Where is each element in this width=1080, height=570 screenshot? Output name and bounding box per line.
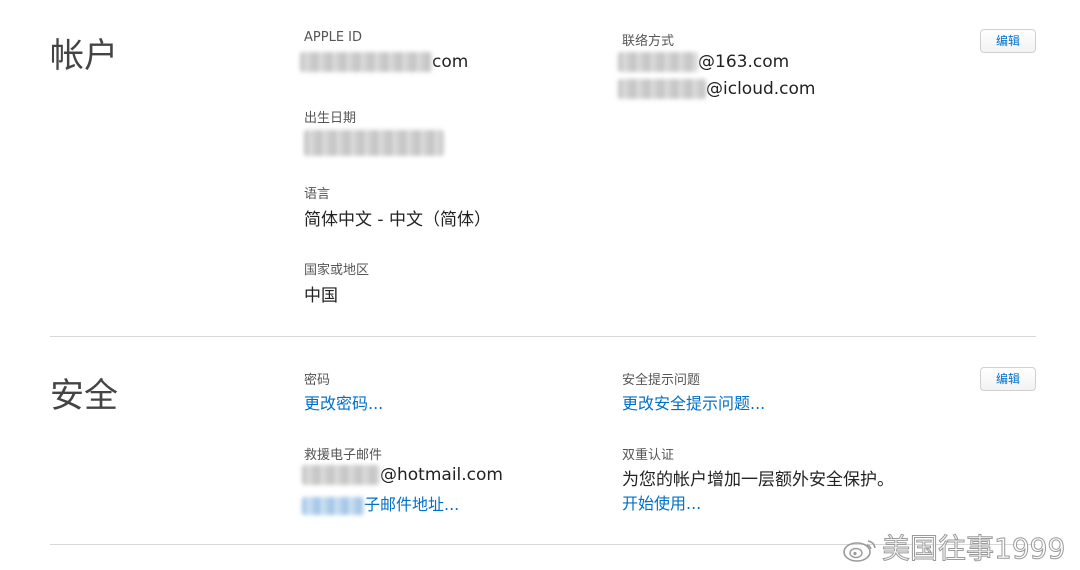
rescue-email-label: 救援电子邮件 bbox=[304, 448, 383, 463]
security-question-label: 安全提示问题 bbox=[622, 373, 701, 388]
security-edit-button[interactable]: 编辑 bbox=[980, 367, 1036, 391]
contact-label: 联络方式 bbox=[622, 34, 675, 49]
rescue-email-value: @hotmail.com bbox=[302, 465, 503, 485]
contact-email-2-suffix: @icloud.com bbox=[706, 79, 816, 99]
two-factor-get-started-link[interactable]: 开始使用... bbox=[622, 490, 701, 514]
two-factor-description: 为您的帐户增加一层额外安全保护。 bbox=[622, 470, 894, 490]
weibo-logo-icon bbox=[843, 540, 876, 562]
change-password-link[interactable]: 更改密码... bbox=[304, 390, 383, 414]
contact-email-2: @icloud.com bbox=[618, 79, 815, 99]
security-section-title: 安全 bbox=[50, 376, 118, 416]
two-factor-label: 双重认证 bbox=[622, 448, 675, 463]
account-edit-button[interactable]: 编辑 bbox=[980, 29, 1036, 53]
account-section-title: 帐户 bbox=[50, 36, 118, 76]
birthday-value bbox=[304, 130, 444, 156]
change-security-question-link[interactable]: 更改安全提示问题... bbox=[622, 390, 765, 414]
apple-id-value: com bbox=[300, 52, 468, 72]
redacted-blur bbox=[300, 52, 432, 72]
section-divider bbox=[50, 336, 1036, 337]
birthday-label: 出生日期 bbox=[304, 111, 357, 126]
redacted-blur bbox=[302, 465, 380, 485]
redacted-blur bbox=[302, 496, 364, 515]
language-label: 语言 bbox=[304, 187, 331, 202]
contact-email-1: @163.com bbox=[618, 52, 789, 72]
watermark: 美国往事1999 bbox=[842, 527, 1066, 567]
redacted-blur bbox=[618, 79, 706, 99]
rescue-email-suffix: @hotmail.com bbox=[380, 465, 503, 485]
watermark-text: 美国往事1999 bbox=[881, 532, 1066, 566]
region-label: 国家或地区 bbox=[304, 263, 370, 278]
change-rescue-email-link[interactable]: 子邮件地址... bbox=[302, 491, 459, 515]
region-value: 中国 bbox=[304, 286, 338, 306]
rescue-email-link-text: 子邮件地址... bbox=[364, 495, 460, 514]
password-label: 密码 bbox=[304, 373, 331, 388]
apple-id-label: APPLE ID bbox=[304, 30, 363, 45]
contact-email-1-suffix: @163.com bbox=[698, 52, 790, 72]
apple-id-suffix: com bbox=[432, 52, 469, 72]
language-value: 简体中文 - 中文（简体） bbox=[304, 210, 491, 230]
redacted-blur bbox=[618, 52, 698, 72]
redacted-blur bbox=[304, 130, 444, 156]
